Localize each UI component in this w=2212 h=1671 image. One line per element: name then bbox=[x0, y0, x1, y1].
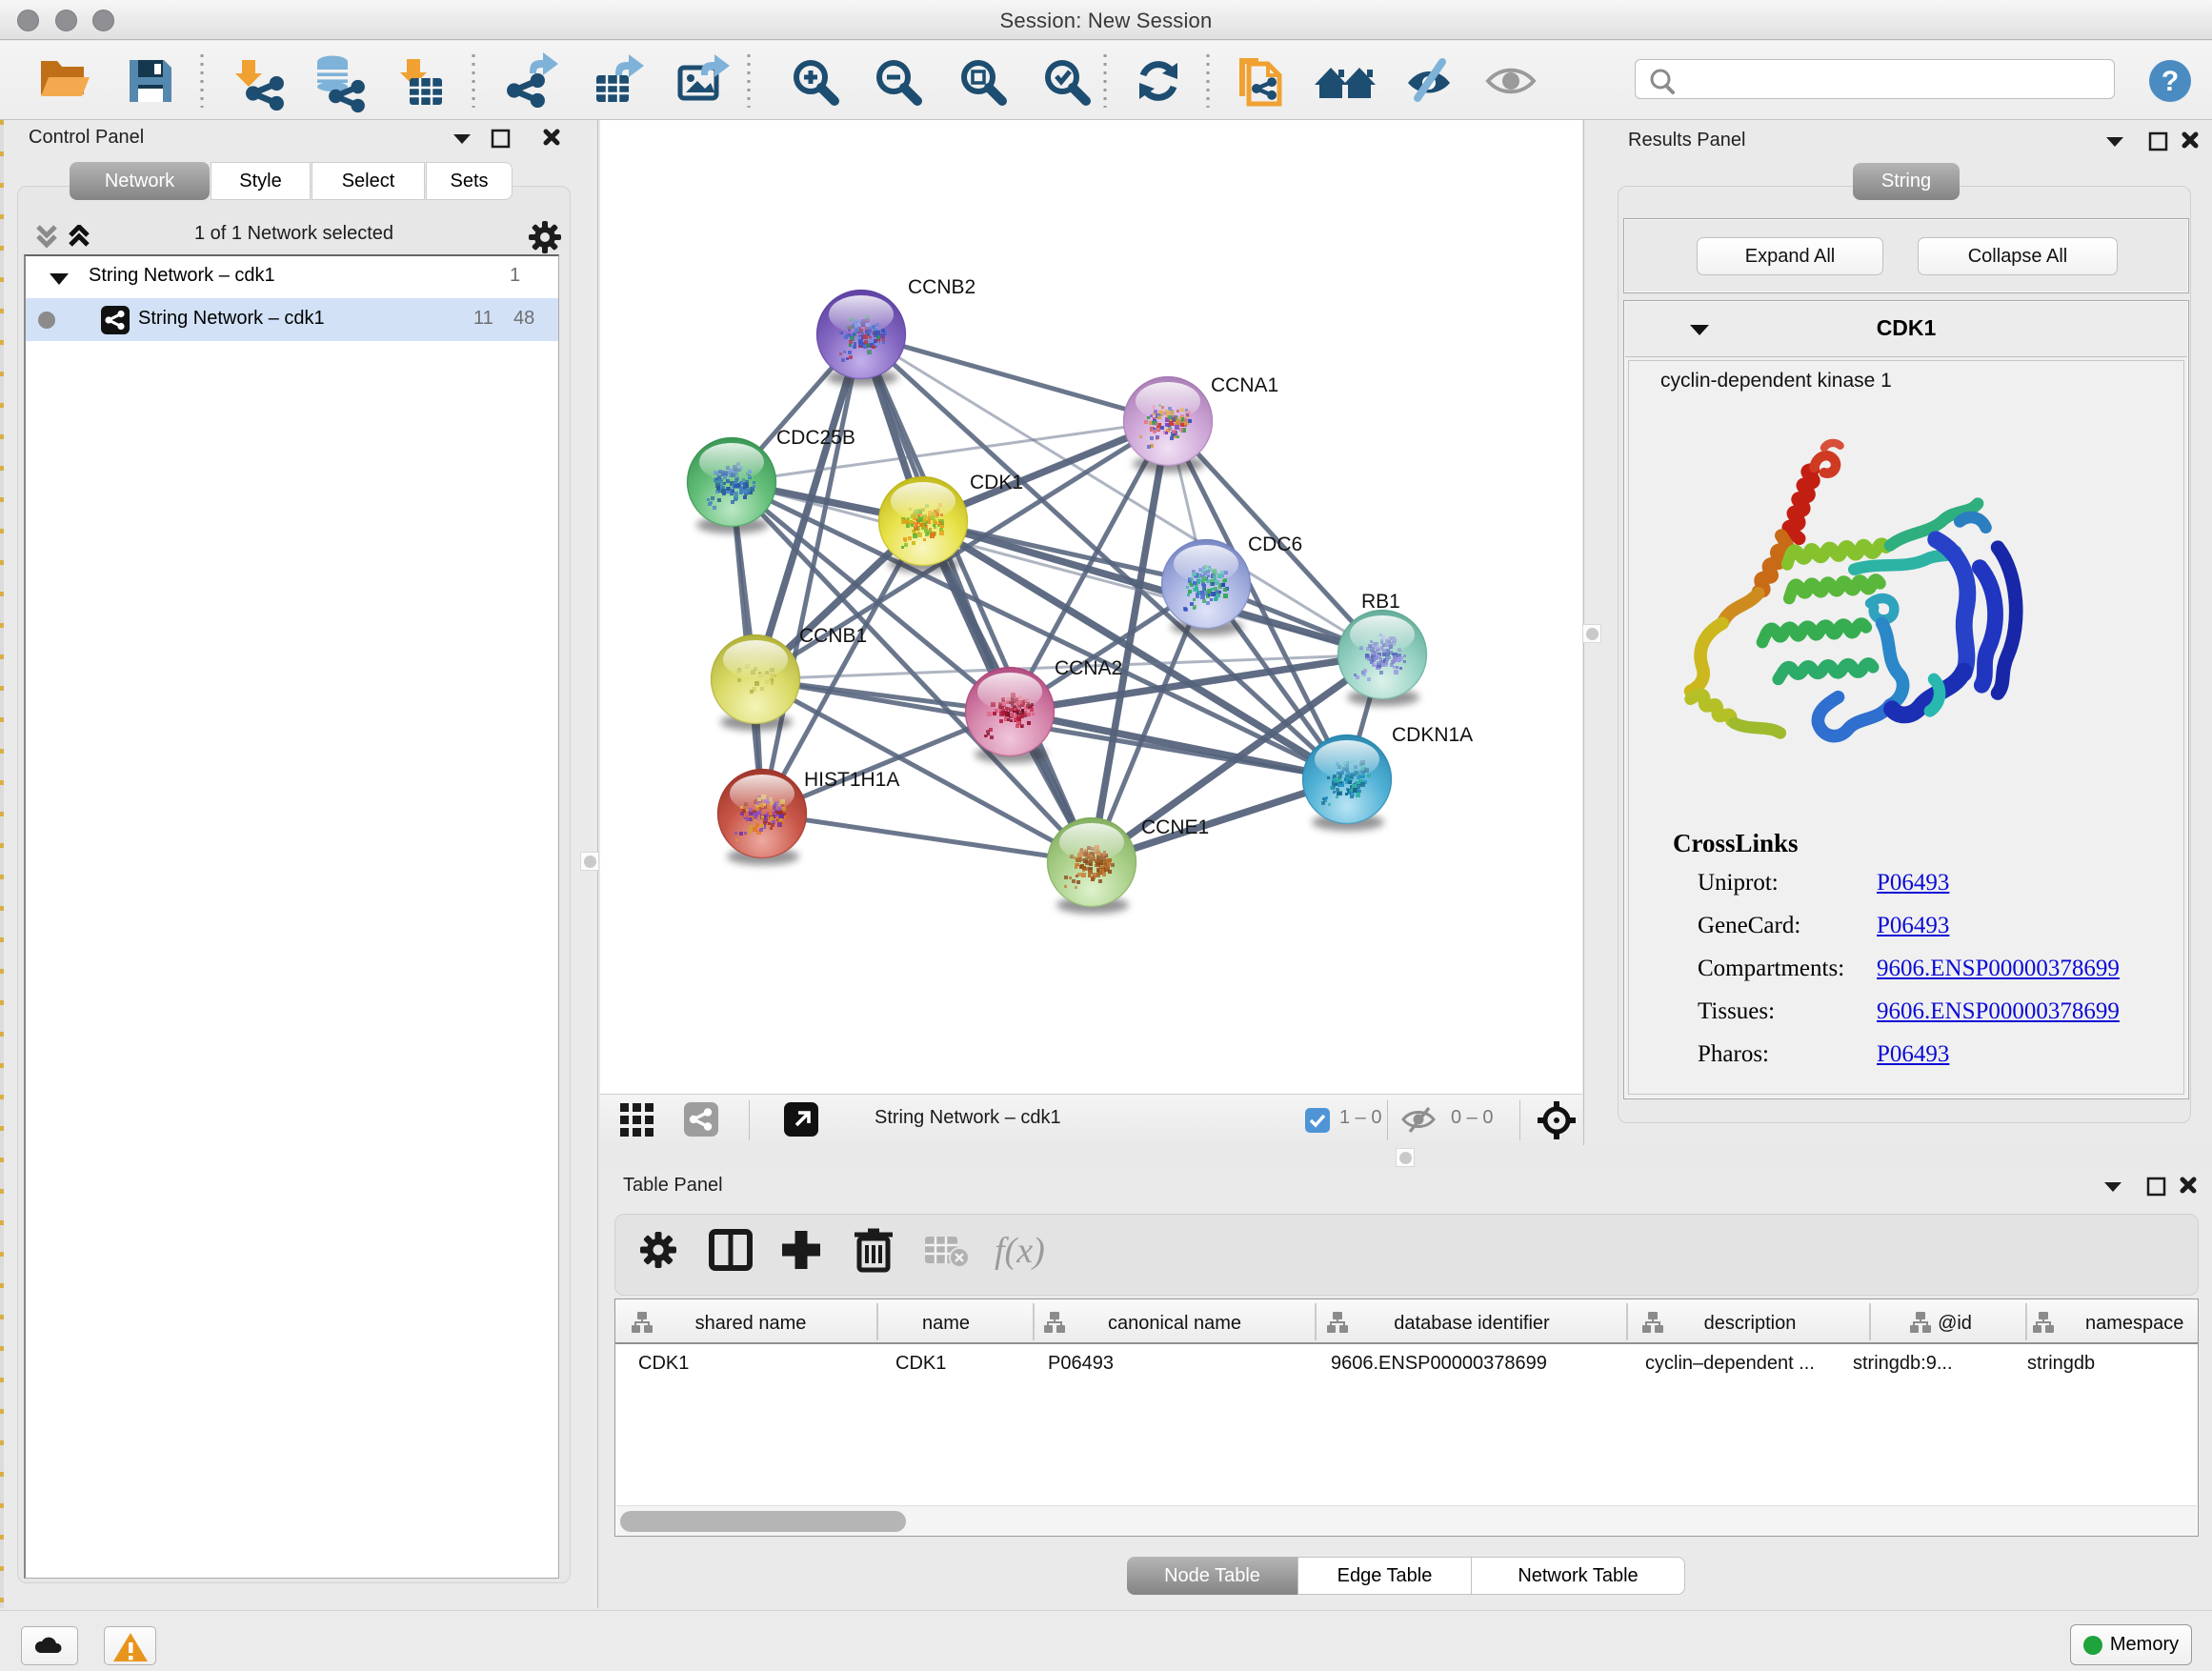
svg-text:CCNE1: CCNE1 bbox=[1141, 816, 1209, 838]
svg-text:f(x): f(x) bbox=[995, 1231, 1045, 1271]
svg-text:CDC25B: CDC25B bbox=[776, 427, 855, 449]
svg-text:description: description bbox=[1704, 1313, 1797, 1334]
svg-text:CDK1: CDK1 bbox=[970, 472, 1023, 493]
svg-text:canonical name: canonical name bbox=[1108, 1313, 1241, 1334]
svg-text:shared name: shared name bbox=[695, 1313, 807, 1334]
svg-text:name: name bbox=[922, 1313, 970, 1334]
svg-text:CDKN1A: CDKN1A bbox=[1392, 724, 1473, 746]
svg-text:CCNA1: CCNA1 bbox=[1211, 374, 1278, 396]
svg-text:RB1: RB1 bbox=[1361, 591, 1400, 613]
svg-text:namespace: namespace bbox=[2085, 1313, 2183, 1334]
svg-text:HIST1H1A: HIST1H1A bbox=[804, 769, 899, 791]
svg-text:@id: @id bbox=[1938, 1313, 1972, 1334]
svg-text:database identifier: database identifier bbox=[1394, 1313, 1550, 1334]
svg-text:CCNA2: CCNA2 bbox=[1055, 657, 1122, 679]
svg-text:CDC6: CDC6 bbox=[1248, 534, 1302, 555]
svg-text:?: ? bbox=[2162, 66, 2179, 97]
svg-text:CCNB1: CCNB1 bbox=[799, 625, 867, 647]
svg-text:CCNB2: CCNB2 bbox=[908, 276, 975, 298]
